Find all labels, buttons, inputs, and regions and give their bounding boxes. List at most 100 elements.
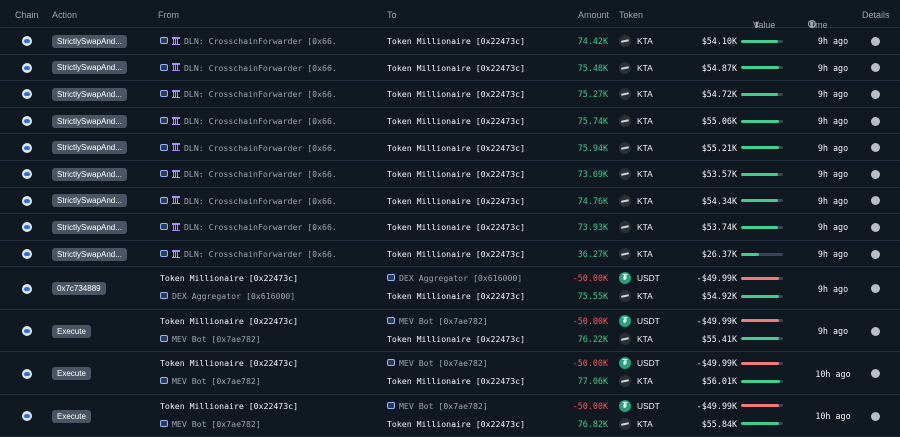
token-symbol[interactable]: KTA	[637, 248, 653, 260]
action-badge[interactable]: Execute	[52, 324, 91, 338]
to-address[interactable]: MEV Bot [0x7ae782]	[387, 357, 537, 369]
chain-icon[interactable]	[22, 195, 32, 206]
to-address[interactable]: Token Millionaire [0x22473c]	[387, 333, 537, 345]
kta-token-icon	[619, 61, 631, 74]
col-details: Details	[862, 10, 890, 20]
from-address[interactable]: Token Millionaire [0x22473c]	[160, 272, 336, 284]
from-address[interactable]: DEX Aggregator [0x616000]	[160, 290, 336, 302]
to-address[interactable]: Token Millionaire [0x22473c]	[387, 35, 537, 47]
chain-icon[interactable]	[22, 62, 32, 73]
chain-icon[interactable]	[22, 249, 32, 260]
details-icon[interactable]	[871, 116, 880, 126]
action-badge[interactable]: StrictlySwapAnd...	[52, 61, 127, 75]
token-symbol[interactable]: KTA	[637, 290, 653, 302]
token-symbol[interactable]: KTA	[637, 168, 653, 180]
chain-icon[interactable]	[22, 411, 32, 422]
to-address[interactable]: Token Millionaire [0x22473c]	[387, 88, 537, 100]
from-address[interactable]: MEV Bot [0x7ae782]	[160, 418, 336, 430]
to-address[interactable]: MEV Bot [0x7ae782]	[387, 400, 537, 412]
action-badge[interactable]: 0x7c734889	[52, 282, 106, 296]
details-icon[interactable]	[871, 63, 880, 73]
from-address[interactable]: DLN: CrosschainForwarder [0x66...	[160, 88, 336, 100]
token-symbol[interactable]: USDT	[637, 357, 660, 369]
details-icon[interactable]	[871, 143, 880, 153]
to-address[interactable]: Token Millionaire [0x22473c]	[387, 290, 537, 302]
token-symbol[interactable]: USDT	[637, 272, 660, 284]
action-badge[interactable]: StrictlySwapAnd...	[52, 167, 127, 181]
to-address[interactable]: Token Millionaire [0x22473c]	[387, 375, 537, 387]
to-address[interactable]: Token Millionaire [0x22473c]	[387, 195, 537, 207]
usd-value: $56.01K	[701, 376, 737, 387]
from-address[interactable]: Token Millionaire [0x22473c]	[160, 357, 336, 369]
from-address[interactable]: DLN: CrosschainForwarder [0x66...	[160, 221, 336, 233]
to-address[interactable]: Token Millionaire [0x22473c]	[387, 62, 537, 74]
kta-token-icon	[619, 221, 631, 234]
details-icon[interactable]	[871, 284, 880, 294]
to-address-text: Token Millionaire [0x22473c]	[387, 291, 526, 302]
token-symbol[interactable]: KTA	[637, 142, 653, 154]
action-badge[interactable]: StrictlySwapAnd...	[52, 220, 127, 234]
from-address[interactable]: DLN: CrosschainForwarder [0x66...	[160, 115, 336, 127]
token-symbol[interactable]: KTA	[637, 88, 653, 100]
action-badge[interactable]: Execute	[52, 409, 91, 423]
to-address[interactable]: Token Millionaire [0x22473c]	[387, 418, 537, 430]
chain-icon[interactable]	[22, 169, 32, 180]
from-address[interactable]: DLN: CrosschainForwarder [0x66...	[160, 62, 336, 74]
chain-icon[interactable]	[22, 142, 32, 153]
token-symbol[interactable]: KTA	[637, 115, 653, 127]
details-icon[interactable]	[871, 326, 880, 336]
action-badge[interactable]: StrictlySwapAnd...	[52, 247, 127, 261]
token-symbol[interactable]: USDT	[637, 315, 660, 327]
from-address[interactable]: Token Millionaire [0x22473c]	[160, 400, 336, 412]
to-address[interactable]: DEX Aggregator [0x616000]	[387, 272, 537, 284]
to-address[interactable]: Token Millionaire [0x22473c]	[387, 142, 537, 154]
robot-icon	[160, 223, 168, 231]
details-icon[interactable]	[871, 196, 880, 206]
to-address[interactable]: Token Millionaire [0x22473c]	[387, 221, 537, 233]
token-symbol[interactable]: KTA	[637, 195, 653, 207]
action-badge[interactable]: StrictlySwapAnd...	[52, 34, 127, 48]
action-badge[interactable]: StrictlySwapAnd...	[52, 114, 127, 128]
token-symbol[interactable]: KTA	[637, 375, 653, 387]
action-badge[interactable]: StrictlySwapAnd...	[52, 141, 127, 155]
token-symbol[interactable]: KTA	[637, 62, 653, 74]
table-row: StrictlySwapAnd... DLN: CrosschainForward…	[0, 81, 900, 108]
token-symbol[interactable]: KTA	[637, 221, 653, 233]
token-symbol[interactable]: KTA	[637, 333, 653, 345]
details-icon[interactable]	[871, 169, 880, 179]
chain-icon[interactable]	[22, 326, 32, 337]
chain-icon[interactable]	[22, 368, 32, 379]
details-icon[interactable]	[871, 222, 880, 232]
token-symbol[interactable]: USDT	[637, 400, 660, 412]
from-address[interactable]: DLN: CrosschainForwarder [0x66...	[160, 142, 336, 154]
chain-icon[interactable]	[22, 89, 32, 100]
token-symbol[interactable]: KTA	[637, 418, 653, 430]
to-address[interactable]: Token Millionaire [0x22473c]	[387, 115, 537, 127]
details-icon[interactable]	[871, 369, 880, 379]
action-badge[interactable]: Execute	[52, 367, 91, 381]
value-bar-fill	[741, 119, 779, 123]
details-icon[interactable]	[871, 411, 880, 421]
action-badge[interactable]: StrictlySwapAnd...	[52, 87, 127, 101]
from-address[interactable]: MEV Bot [0x7ae782]	[160, 375, 336, 387]
chain-icon[interactable]	[22, 36, 32, 47]
from-address[interactable]: MEV Bot [0x7ae782]	[160, 333, 336, 345]
from-address[interactable]: DLN: CrosschainForwarder [0x66...	[160, 168, 336, 180]
from-address[interactable]: Token Millionaire [0x22473c]	[160, 315, 336, 327]
token-symbol[interactable]: KTA	[637, 35, 653, 47]
details-icon[interactable]	[871, 249, 880, 259]
chain-icon[interactable]	[22, 222, 32, 233]
from-address[interactable]: DLN: CrosschainForwarder [0x66...	[160, 248, 336, 260]
action-badge[interactable]: StrictlySwapAnd...	[52, 194, 127, 208]
value-bar-fill	[741, 276, 779, 280]
from-address[interactable]: DLN: CrosschainForwarder [0x66...	[160, 195, 336, 207]
chain-icon[interactable]	[22, 116, 32, 127]
amount-value: 76.22K	[577, 333, 608, 344]
to-address[interactable]: Token Millionaire [0x22473c]	[387, 168, 537, 180]
details-icon[interactable]	[871, 89, 880, 99]
chain-icon[interactable]	[22, 283, 32, 294]
to-address[interactable]: MEV Bot [0x7ae782]	[387, 315, 537, 327]
details-icon[interactable]	[871, 36, 880, 46]
from-address[interactable]: DLN: CrosschainForwarder [0x66...	[160, 35, 336, 47]
to-address[interactable]: Token Millionaire [0x22473c]	[387, 248, 537, 260]
